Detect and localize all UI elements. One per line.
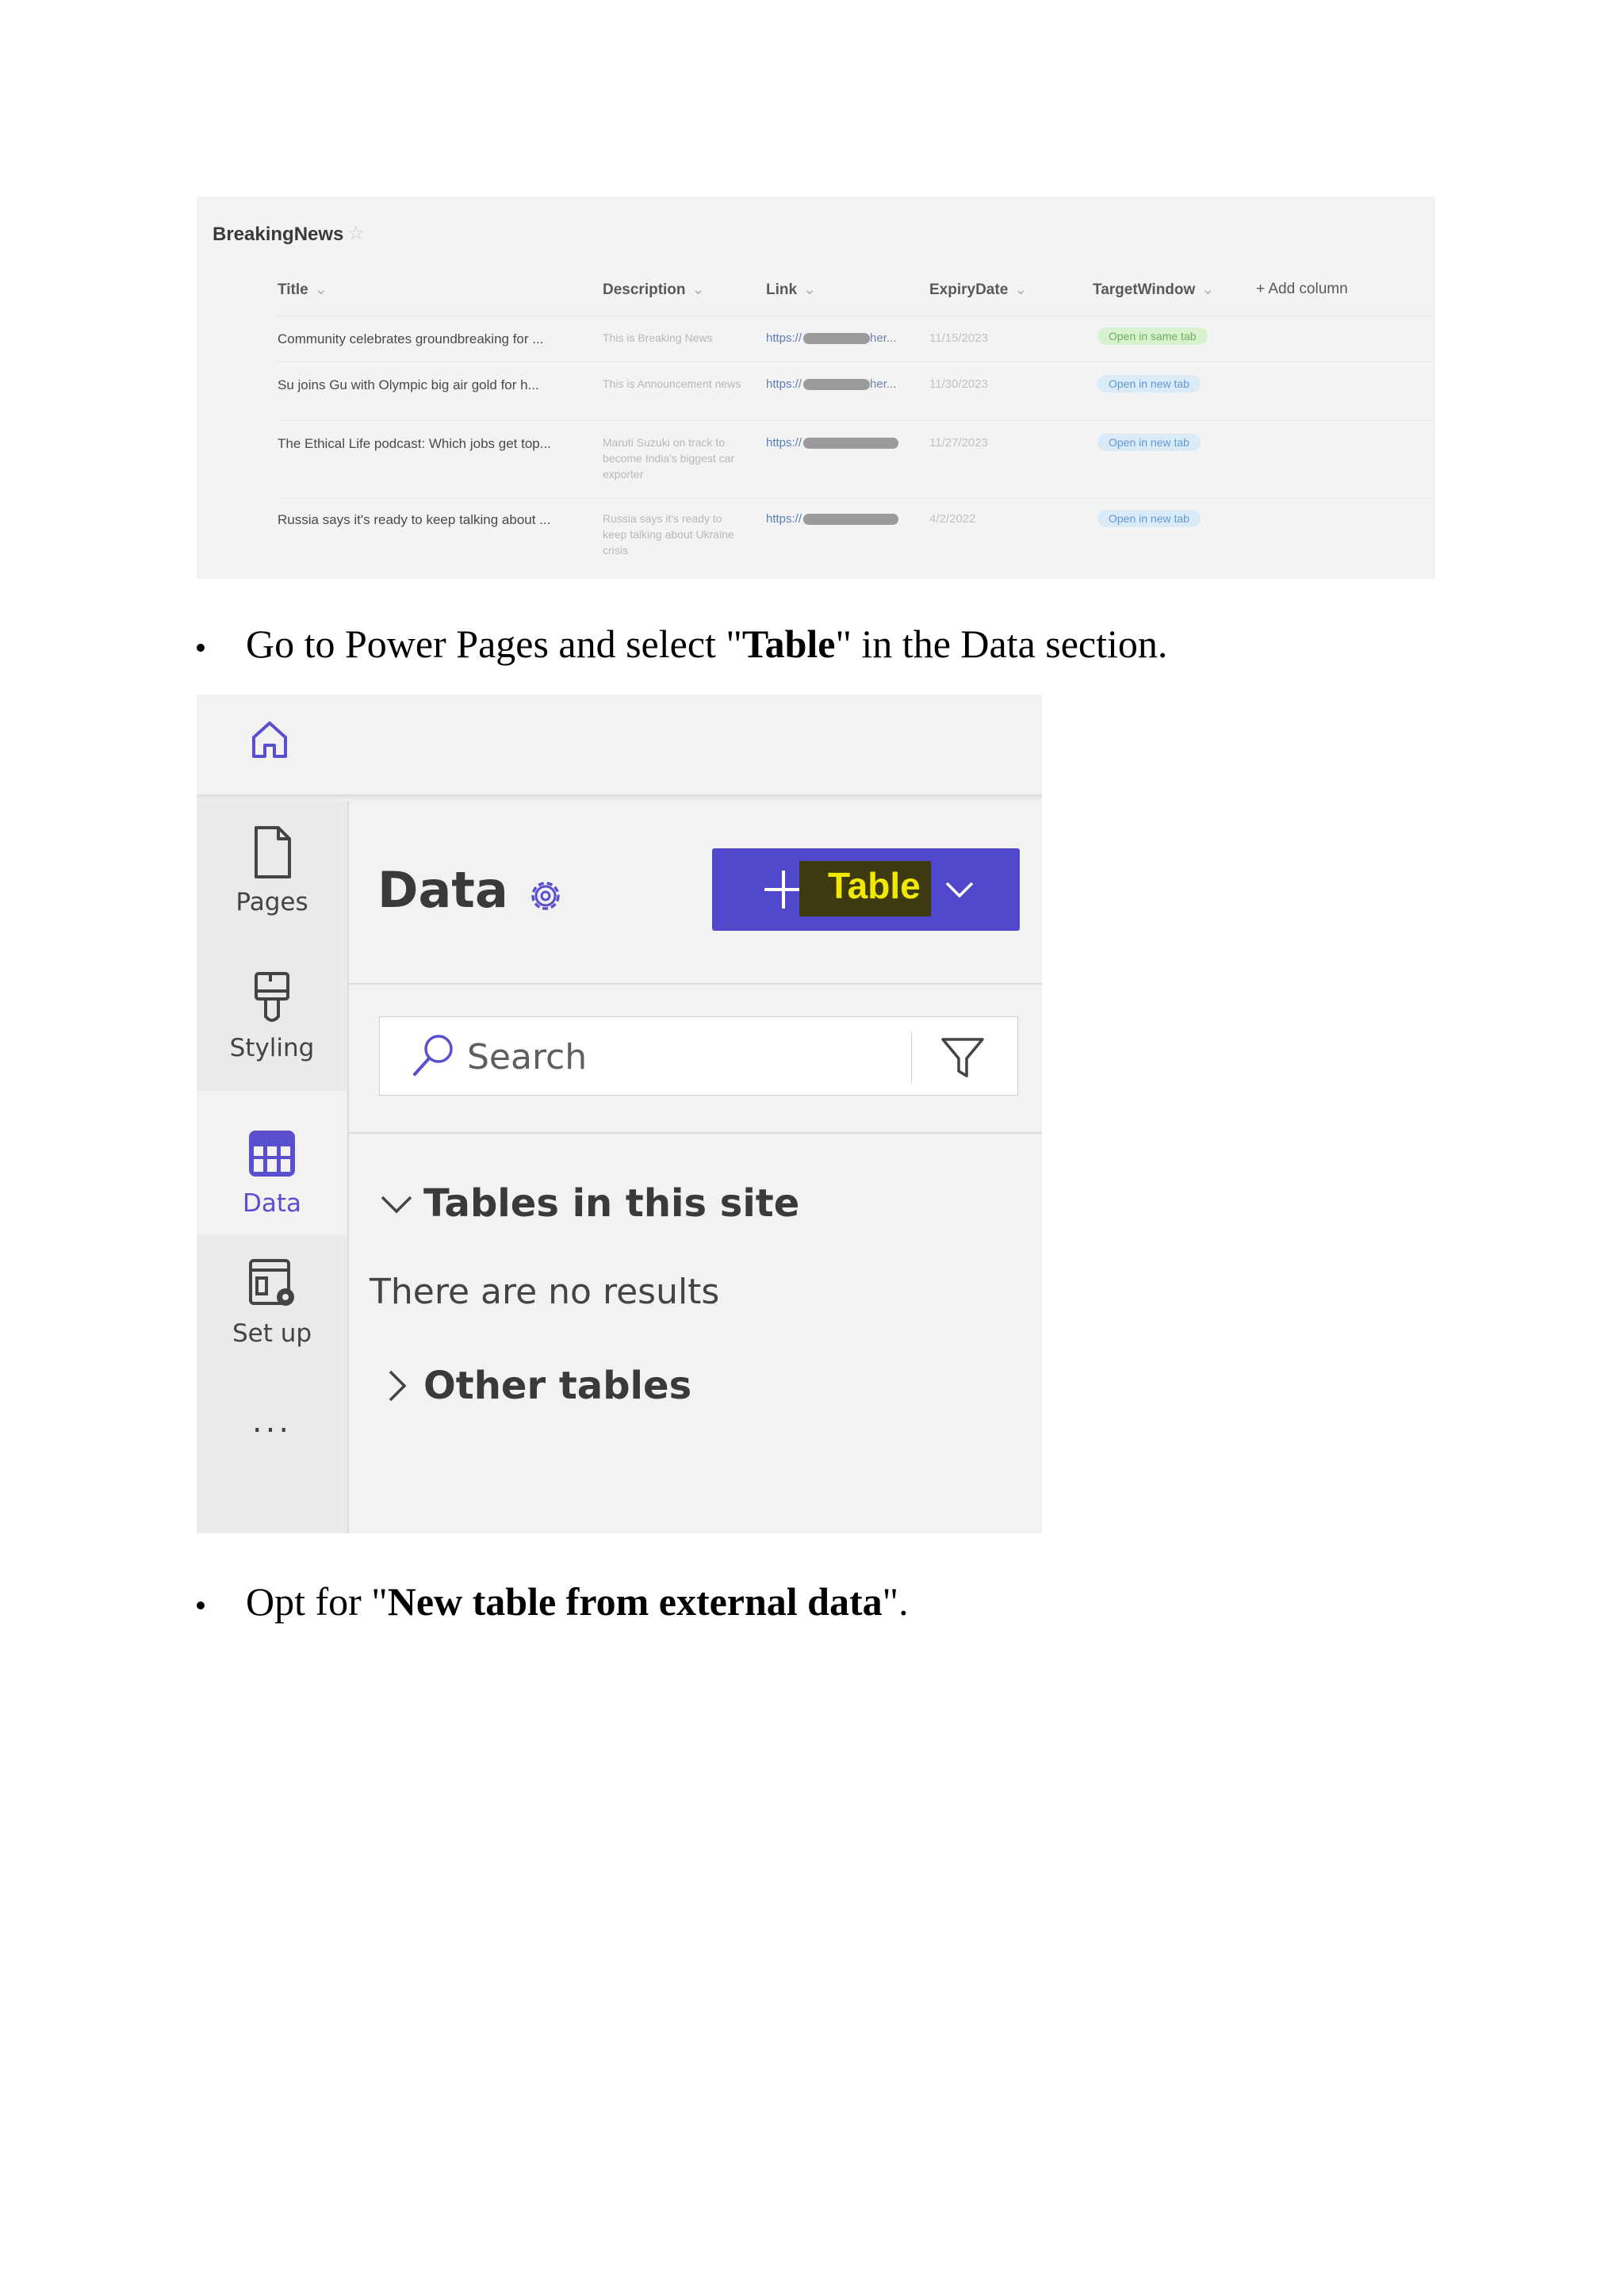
row3-title[interactable]: The Ethical Life podcast: Which jobs get…	[278, 436, 551, 452]
row3-target-badge: Open in new tab	[1097, 434, 1201, 451]
more-options-icon[interactable]: ...	[197, 1403, 347, 1440]
row1-description: This is Breaking News	[603, 331, 713, 344]
nav-label-styling: Styling	[229, 1034, 315, 1062]
row-divider	[276, 420, 1435, 421]
column-header-link[interactable]: Link ⌄	[766, 281, 816, 299]
row-divider	[276, 498, 1435, 499]
add-table-button[interactable]: Table	[712, 848, 1020, 931]
row4-target-badge: Open in new tab	[1097, 510, 1201, 527]
search-box[interactable]	[379, 1016, 1018, 1096]
top-bar-shadow	[197, 794, 1042, 801]
nav-label-pages: Pages	[236, 888, 308, 916]
instruction-step-external-data: Opt for "New table from external data".	[197, 1579, 909, 1624]
row2-title[interactable]: Su joins Gu with Olympic big air gold fo…	[278, 377, 539, 393]
nav-item-styling[interactable]: Styling	[197, 970, 347, 1089]
left-nav-rail: Pages Styling Data Set up ...	[197, 801, 347, 1533]
favorite-star-icon[interactable]: ☆	[347, 222, 365, 245]
nav-label-data: Data	[242, 1189, 302, 1218]
rail-divider	[347, 801, 349, 1533]
search-divider	[349, 1132, 1042, 1134]
nav-item-pages[interactable]: Pages	[197, 825, 347, 951]
chevron-down-icon	[381, 1196, 412, 1214]
gear-icon[interactable]	[525, 875, 566, 916]
power-pages-screenshot: Pages Styling Data Set up ... Data Table…	[197, 695, 1042, 1533]
section-other-tables-label: Other tables	[423, 1364, 692, 1408]
row3-link[interactable]: https://	[766, 436, 899, 450]
search-separator	[911, 1031, 912, 1082]
list-title: BreakingNews	[213, 224, 344, 245]
instruction-step-table: Go to Power Pages and select "Table" in …	[196, 622, 1168, 666]
section-other-tables[interactable]: Other tables	[377, 1364, 691, 1408]
row4-expiry: 4/2/2022	[929, 512, 976, 526]
row1-link[interactable]: https://her...	[766, 331, 896, 345]
column-header-expirydate[interactable]: ExpiryDate ⌄	[929, 281, 1027, 299]
no-results-text: There are no results	[370, 1272, 720, 1312]
page-icon	[255, 826, 291, 878]
top-bar	[197, 695, 1042, 794]
filter-icon[interactable]	[938, 1033, 987, 1082]
section-tables-in-site[interactable]: Tables in this site	[377, 1181, 799, 1226]
header-divider	[349, 983, 1042, 985]
add-column-button[interactable]: + Add column	[1256, 281, 1348, 298]
row1-target-badge: Open in same tab	[1097, 327, 1208, 345]
column-header-targetwindow[interactable]: TargetWindow ⌄	[1093, 281, 1214, 299]
section-tables-in-site-label: Tables in this site	[423, 1181, 800, 1226]
row1-title[interactable]: Community celebrates groundbreaking for …	[278, 331, 543, 347]
row2-link[interactable]: https://her...	[766, 377, 896, 391]
paintbrush-icon	[255, 972, 289, 1022]
table-icon	[249, 1131, 295, 1177]
add-table-label: Table	[828, 865, 921, 906]
row4-title[interactable]: Russia says it's ready to keep talking a…	[278, 512, 550, 528]
column-header-title[interactable]: Title ⌄	[278, 281, 327, 299]
column-header-description[interactable]: Description ⌄	[603, 281, 704, 299]
row3-expiry: 11/27/2023	[929, 436, 988, 450]
nav-item-data[interactable]: Data	[197, 1091, 347, 1235]
row3-description: Maruti Suzuki on track to become India's…	[603, 436, 735, 480]
row2-target-badge: Open in new tab	[1097, 375, 1201, 392]
row2-description: This is Announcement news	[603, 377, 741, 390]
setup-icon	[249, 1259, 294, 1306]
row1-expiry: 11/15/2023	[929, 331, 988, 345]
row2-expiry: 11/30/2023	[929, 377, 988, 391]
search-icon	[413, 1035, 453, 1076]
page-title: Data	[377, 861, 508, 919]
chevron-right-icon	[389, 1370, 407, 1402]
row4-link[interactable]: https://	[766, 512, 899, 526]
nav-item-setup[interactable]: Set up	[197, 1256, 347, 1375]
search-input[interactable]	[465, 1031, 865, 1082]
nav-label-setup: Set up	[232, 1319, 312, 1348]
chevron-down-icon[interactable]	[942, 872, 977, 907]
list-screenshot: BreakingNews ☆ Title ⌄ Description ⌄ Link ⌄…	[197, 197, 1435, 579]
row4-description: Russia says it's ready to keep talking a…	[603, 512, 734, 557]
home-icon[interactable]	[246, 715, 293, 763]
